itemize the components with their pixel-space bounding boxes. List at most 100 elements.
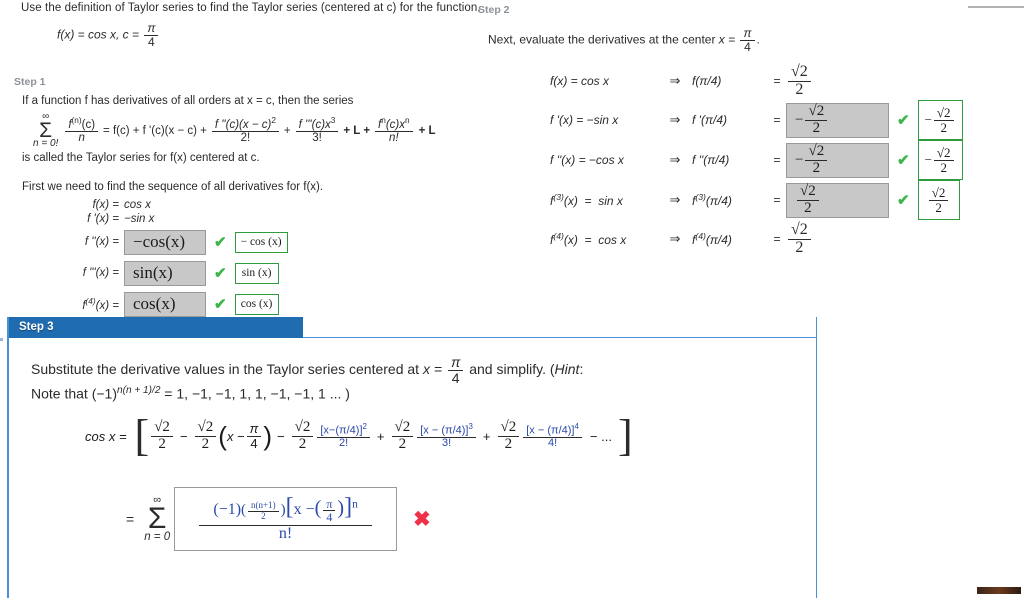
implies-icon-4: ⇒ (669, 231, 681, 246)
nth-arg: (c)x (385, 119, 406, 132)
expansion-paren-close: ) (263, 420, 273, 451)
derivative-label-2: f ''(x) = (84, 236, 119, 248)
evaluation-input-1[interactable]: − √2 2 (786, 102, 889, 138)
derivative-row-1: f '(x) = −sin x (60, 212, 288, 226)
evaluation-key-3-num: √2 (928, 186, 949, 201)
check-icon-eval-1: ✔ (897, 112, 910, 129)
evaluation-eq-1: = (773, 113, 781, 127)
expansion-coef-4: √2 2 (497, 419, 520, 453)
check-icon-eval-3: ✔ (897, 192, 910, 209)
third-term-num: f '''(c)x3 (295, 117, 339, 133)
expansion-term-0: √2 2 (151, 419, 173, 453)
answer-key-2-text: − cos (x) (240, 236, 282, 248)
evaluation-key-2-sign: − (924, 152, 932, 167)
evaluation-value-0-num: √2 (788, 63, 811, 82)
evaluation-key-3-den: 2 (935, 199, 942, 215)
evaluation-input-2-sign: − (795, 151, 804, 168)
expansion-coef-4-den: 2 (504, 435, 513, 452)
step-3-note: Note that (−1)n(n + 1)/2 = 1, −1, −1, 1,… (31, 385, 350, 402)
step-3-center-num: π (447, 355, 464, 371)
summation-operator: ∞ Σ n = 0! (30, 111, 61, 150)
evaluation-input-1-sign: − (795, 111, 804, 128)
evaluation-input-3[interactable]: √2 2 (786, 182, 889, 218)
top-right-rule (968, 6, 1024, 8)
derivative-row-0: f(x) = cos x (60, 198, 288, 212)
check-icon-4: ✔ (214, 296, 227, 313)
problem-function-text: f(x) = cos x, c = (57, 27, 140, 42)
answer-key-3-text: sin (x) (241, 267, 272, 279)
third-term-num-text: f '''(c)x (298, 119, 331, 132)
check-icon-3: ✔ (214, 265, 227, 282)
implies-icon-2: ⇒ (669, 152, 681, 167)
final-answer-exp-den: 2 (261, 510, 266, 521)
derivative-label-1: f '(x) = (87, 213, 119, 225)
center-denominator: 4 (148, 34, 155, 49)
evaluation-key-1: − √2 2 (917, 100, 963, 140)
evaluation-input-1-radical: √2 (808, 102, 825, 119)
evaluation-value-0: √2 2 (786, 63, 813, 99)
derivative-input-2-value: −cos(x) (133, 232, 186, 251)
evaluation-mid-1: f '(π/4) (692, 113, 727, 127)
evaluation-input-3-den: 2 (804, 199, 812, 216)
evaluation-key-2-radical: √2 (936, 144, 951, 160)
step-3-panel-top-border (303, 337, 817, 338)
step-2-evaluations: f(x) = cos x ⇒ f(π/4) = √2 2 f '(x) = −s… (550, 62, 963, 258)
derivative-input-4[interactable]: cos(x) (124, 291, 206, 317)
series-caption: is called the Taylor series for f(x) cen… (22, 152, 260, 164)
incorrect-icon: ✖ (413, 507, 431, 531)
expansion-plus-4: + (482, 428, 491, 444)
expansion-coef-2-num: √2 (291, 419, 314, 437)
expansion-term-0-num: √2 (151, 419, 173, 437)
evaluation-row-3: f(3)(x) = sin x ⇒ f(3)(π/4) = √2 2 ✔ √2 (550, 180, 963, 220)
evaluation-lhs-0: f(x) = cos x (550, 74, 610, 88)
step-3-header-label: Step 3 (19, 321, 54, 333)
final-sum-lower: n = 0 (144, 530, 171, 543)
evaluation-eq-0: = (773, 74, 781, 88)
evaluation-key-1-frac: √2 2 (933, 106, 954, 135)
final-answer-numerator: (−1)(n(n+1) 2)[x −(π 4)]n (199, 495, 372, 526)
evaluation-key-1-sign: − (924, 112, 932, 127)
nth-term: fn(c)xn n! (375, 117, 413, 144)
derivative-label-0: f(x) = (92, 199, 119, 211)
sum-lower-limit: n = 0! (33, 138, 59, 150)
evaluation-input-2[interactable]: − √2 2 (786, 142, 889, 178)
hint-colon: : (579, 360, 584, 377)
final-answer-x: x − (293, 501, 315, 519)
evaluation-input-2-frac: √2 2 (805, 143, 828, 177)
step-3-instruction-text: Substitute the derivative values in the … (31, 360, 423, 377)
expansion-coef-2: √2 2 (291, 419, 314, 453)
evaluation-key-2: − √2 2 (917, 140, 963, 180)
expansion-coef-3-radical: √2 (394, 419, 411, 435)
evaluation-key-2-frac: √2 2 (933, 144, 954, 174)
final-answer-denominator: n! (278, 524, 293, 542)
answer-key-4: cos (x) (234, 293, 279, 315)
evaluation-lhs-3: f(3)(x) = sin x (550, 192, 623, 208)
evaluation-mid-0: f(π/4) (692, 74, 722, 88)
evaluation-key-1-den: 2 (940, 119, 947, 135)
f-order: (n) (71, 116, 82, 126)
expansion-term-2-power: 2 (362, 421, 367, 431)
final-answer-exp-num: n(n+1) (248, 500, 279, 512)
step-3-note-a: Note that (−1) (31, 385, 117, 402)
evaluation-mid-2: f ''(π/4) (692, 153, 730, 167)
expansion-coef-4-radical: √2 (500, 419, 517, 435)
center-fraction: π 4 (144, 22, 159, 49)
evaluation-lhs-1: f '(x) = −sin x (550, 113, 619, 127)
expansion-term-4: [x − (π/4)]4 4! (523, 422, 582, 450)
implies-icon-3: ⇒ (669, 192, 681, 207)
implies-icon-1: ⇒ (669, 112, 681, 127)
second-term-num: f ''(c)(x − c)2 (211, 117, 279, 133)
expansion-term-4-base: [x − (π/4)] (526, 424, 575, 437)
step-1-intro: If a function f has derivatives of all o… (22, 95, 354, 107)
derivative-input-2[interactable]: −cos(x) (124, 229, 206, 255)
step-2-intro: Next, evaluate the derivatives at the ce… (488, 27, 760, 53)
close-bracket-icon: ] (617, 411, 633, 461)
evaluation-eq-4: = (773, 232, 781, 246)
final-answer-input[interactable]: (−1)(n(n+1) 2)[x −(π 4)]n n! (174, 487, 398, 551)
step-2-center-den: 4 (744, 39, 751, 54)
evaluation-input-1-frac: √2 2 (805, 102, 828, 137)
derivative-input-3[interactable]: sin(x) (124, 260, 206, 286)
evaluation-key-1-num: √2 (933, 106, 954, 121)
general-term-den: n (78, 132, 85, 145)
evaluation-eq-2: = (773, 153, 781, 167)
